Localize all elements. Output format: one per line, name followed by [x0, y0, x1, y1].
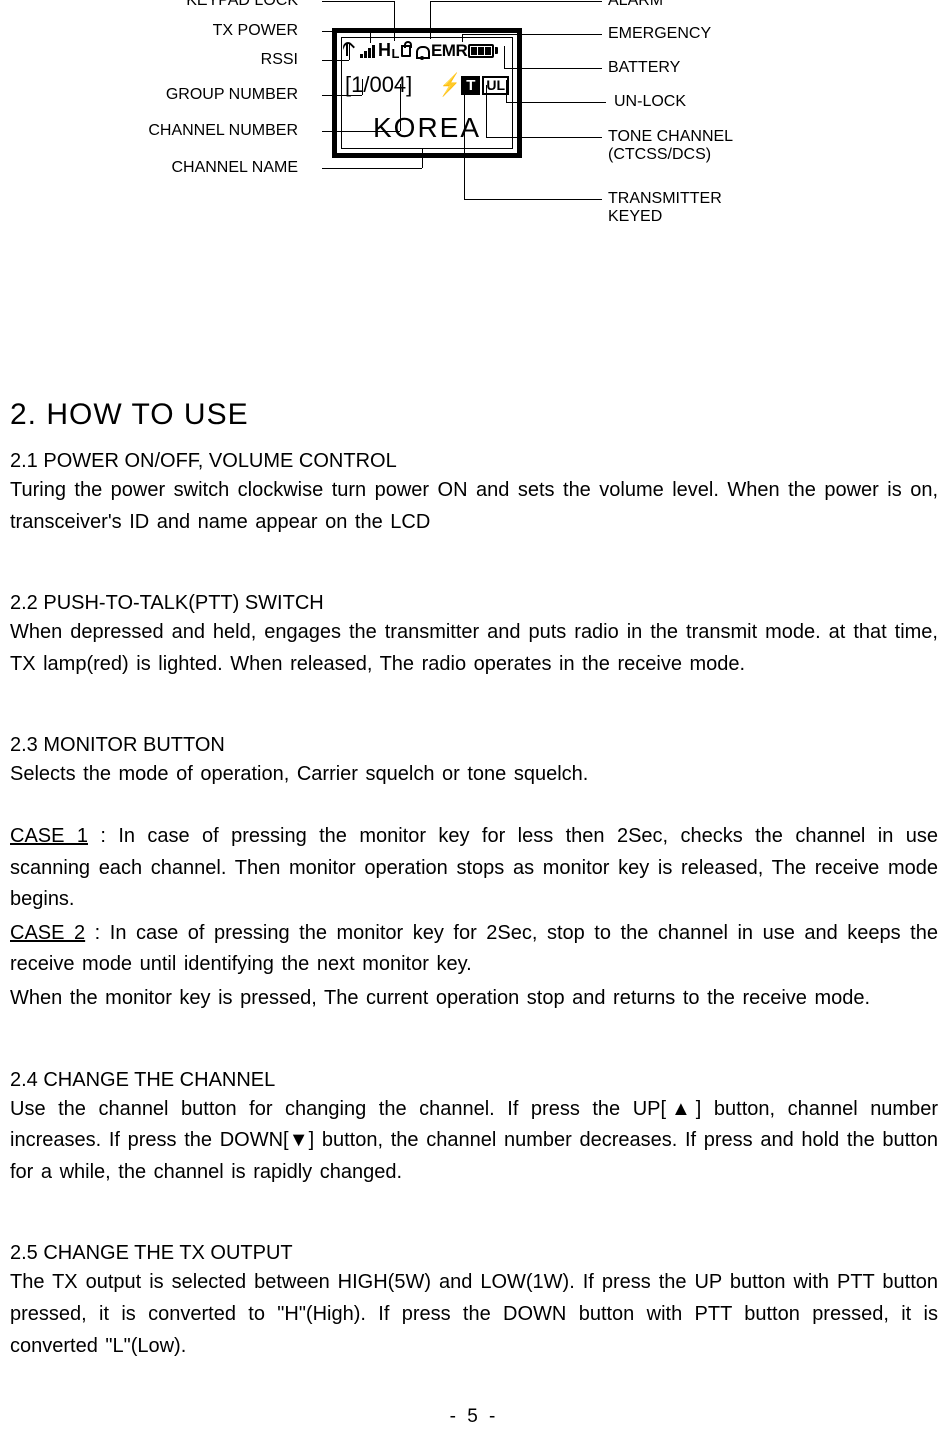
lcd-h: H	[378, 40, 391, 61]
page-number: - 5 -	[0, 1406, 948, 1428]
label-tx-keyed-2: KEYED	[608, 208, 662, 226]
para-case1-text: : In case of pressing the monitor key fo…	[10, 825, 938, 910]
heading-how-to-use: 2. HOW TO USE	[10, 398, 938, 432]
lcd-l: L	[392, 46, 399, 61]
para-case1: CASE 1 : In case of pressing the monitor…	[10, 821, 938, 916]
para-2-1: Turing the power switch clockwise turn p…	[10, 475, 938, 538]
heading-2-2: 2.2 PUSH-TO-TALK(PTT) SWITCH	[10, 592, 938, 615]
lock-icon	[401, 45, 411, 57]
heading-2-5: 2.5 CHANGE THE TX OUTPUT	[10, 1242, 938, 1265]
lcd-row-status: [1/004] ⚡ T UL	[345, 72, 509, 98]
antenna-icon	[345, 43, 361, 58]
label-emergency: EMERGENCY	[608, 25, 711, 43]
para-2-5: The TX output is selected between HIGH(5…	[10, 1267, 938, 1362]
case1-label: CASE 1	[10, 825, 88, 847]
tx-keyed-icon: ⚡	[439, 74, 458, 96]
heading-2-3: 2.3 MONITOR BUTTON	[10, 734, 938, 757]
label-tone-channel-2: (CTCSS/DCS)	[608, 146, 711, 164]
heading-2-1: 2.1 POWER ON/OFF, VOLUME CONTROL	[10, 450, 938, 473]
label-rssi: RSSI	[261, 51, 298, 69]
label-tone-channel-1: TONE CHANNEL	[608, 128, 733, 146]
lcd-row-icons: H L EMR	[345, 40, 498, 61]
label-alarm: ALARM	[608, 0, 663, 10]
label-keypad-lock: KEYPAD LOCK	[186, 0, 298, 10]
bell-icon	[415, 44, 429, 58]
document-body: 2. HOW TO USE 2.1 POWER ON/OFF, VOLUME C…	[10, 398, 938, 1364]
label-group-number: GROUP NUMBER	[166, 86, 298, 104]
para-2-4: Use the channel button for changing the …	[10, 1094, 938, 1189]
para-case2-text: : In case of pressing the monitor key fo…	[10, 922, 938, 976]
para-2-3a: Selects the mode of operation, Carrier s…	[10, 759, 938, 791]
label-unlock: UN-LOCK	[614, 93, 686, 111]
lcd-screen: H L EMR [1/004] ⚡ T UL KOREA	[332, 28, 522, 158]
lcd-diagram: H L EMR [1/004] ⚡ T UL KOREA	[10, 0, 938, 254]
para-2-2: When depressed and held, engages the tra…	[10, 617, 938, 680]
label-tx-keyed-1: TRANSMITTER	[608, 190, 722, 208]
case2-label: CASE 2	[10, 922, 85, 944]
label-channel-name: CHANNEL NAME	[171, 159, 298, 177]
battery-icon	[468, 44, 498, 58]
label-tx-power: TX POWER	[213, 22, 298, 40]
para-case2: CASE 2 : In case of pressing the monitor…	[10, 918, 938, 981]
label-channel-number: CHANNEL NUMBER	[148, 122, 298, 140]
heading-2-4: 2.4 CHANGE THE CHANNEL	[10, 1069, 938, 1092]
lcd-emr: EMR	[431, 41, 467, 61]
signal-bars-icon	[360, 44, 375, 58]
para-2-3b: When the monitor key is pressed, The cur…	[10, 983, 938, 1015]
label-battery: BATTERY	[608, 59, 680, 77]
